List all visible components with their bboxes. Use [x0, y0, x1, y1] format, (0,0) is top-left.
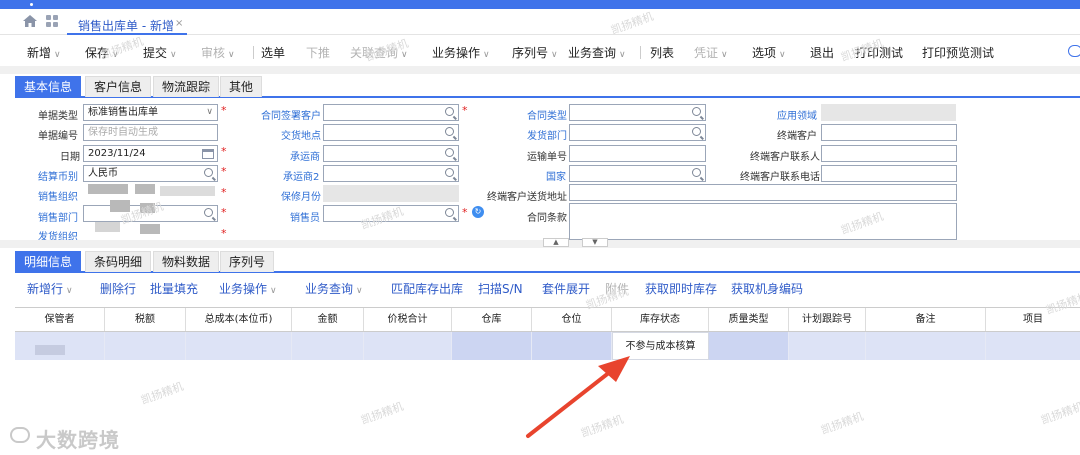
brand-watermark: 大数跨境	[36, 428, 120, 452]
annotation-arrow	[526, 356, 630, 438]
brand-logo-icon	[10, 427, 30, 443]
